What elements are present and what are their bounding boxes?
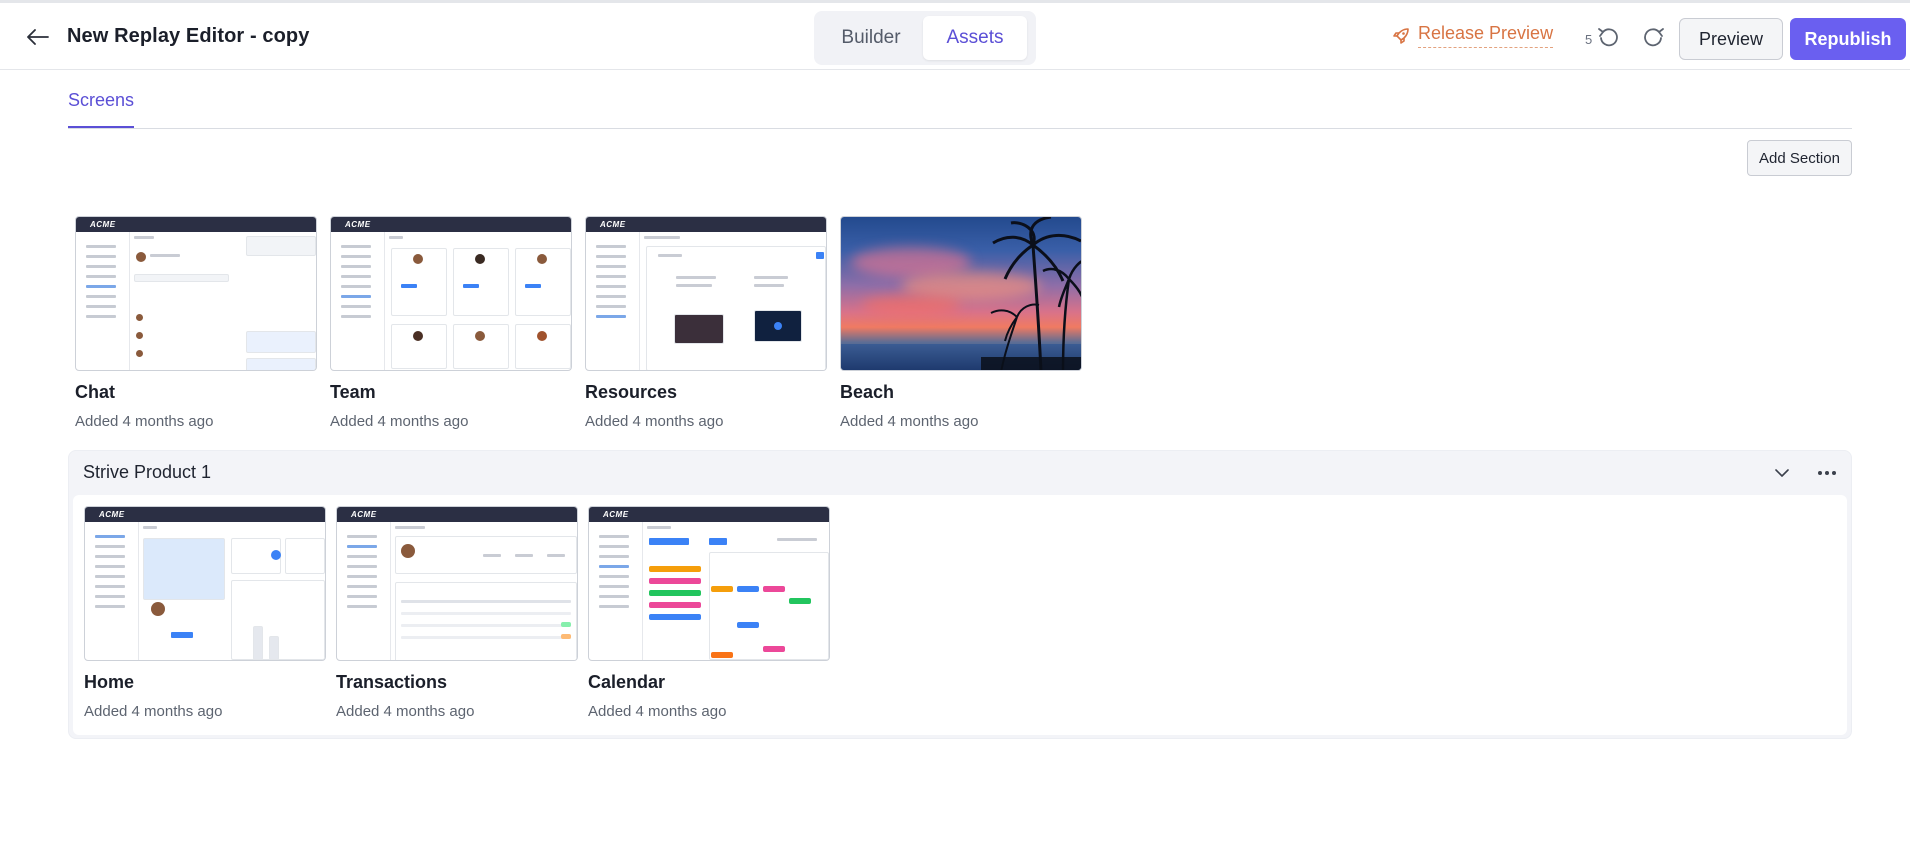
acme-logo: ACME — [600, 220, 626, 229]
release-preview-link[interactable]: Release Preview — [1392, 23, 1554, 48]
screen-name: Home — [84, 672, 135, 692]
screen-thumbnail[interactable]: ACME — [75, 216, 317, 371]
screen-name: Team — [330, 382, 376, 402]
screen-card-chat[interactable]: ACME Chat Added 4 months ago — [75, 216, 317, 430]
screen-added-date: Added 4 months ago — [588, 703, 727, 720]
screen-added-date: Added 4 months ago — [840, 413, 979, 430]
back-arrow-icon[interactable] — [24, 23, 52, 51]
mode-tabs: Builder Assets — [814, 11, 1036, 65]
release-preview-label: Release Preview — [1418, 23, 1554, 48]
undo-count: 5 — [1585, 32, 1593, 47]
acme-logo: ACME — [603, 510, 629, 519]
acme-logo: ACME — [351, 510, 377, 519]
add-section-button[interactable]: Add Section — [1747, 140, 1852, 176]
undo-icon[interactable] — [1595, 25, 1621, 51]
page-title: New Replay Editor - copy — [67, 25, 310, 47]
section-title: Strive Product 1 — [83, 462, 212, 482]
more-options-icon[interactable] — [1815, 463, 1839, 483]
screen-name: Transactions — [336, 672, 448, 692]
screen-thumbnail[interactable]: ACME — [84, 506, 326, 661]
screen-added-date: Added 4 months ago — [585, 413, 724, 430]
tab-assets[interactable]: Assets — [923, 16, 1027, 60]
chevron-down-icon[interactable] — [1772, 463, 1792, 483]
acme-logo: ACME — [90, 220, 116, 229]
screen-name: Chat — [75, 382, 115, 402]
acme-logo: ACME — [99, 510, 125, 519]
screen-thumbnail[interactable]: ACME — [588, 506, 830, 661]
redo-icon[interactable] — [1641, 25, 1667, 51]
beach-photo — [841, 217, 1081, 370]
screen-added-date: Added 4 months ago — [330, 413, 469, 430]
tab-divider — [68, 128, 1852, 129]
tab-screens[interactable]: Screens — [68, 90, 134, 111]
screen-name: Resources — [585, 382, 678, 402]
screen-card-transactions[interactable]: ACME Transactions Added 4 months ago — [336, 506, 578, 720]
preview-button[interactable]: Preview — [1679, 18, 1783, 60]
screen-thumbnail[interactable]: ACME — [330, 216, 572, 371]
screen-added-date: Added 4 months ago — [336, 703, 475, 720]
screen-card-resources[interactable]: ACME Resources Added 4 months ago — [585, 216, 827, 430]
screen-thumbnail[interactable]: ACME — [336, 506, 578, 661]
tab-builder[interactable]: Builder — [819, 16, 923, 60]
screen-card-home[interactable]: ACME Home Added 4 months ago — [84, 506, 326, 720]
rocket-icon — [1393, 27, 1409, 44]
screen-added-date: Added 4 months ago — [75, 413, 214, 430]
screen-thumbnail[interactable] — [840, 216, 1082, 371]
top-bar: New Replay Editor - copy Builder Assets … — [0, 0, 1910, 70]
screen-name: Beach — [840, 382, 895, 402]
screen-card-beach[interactable]: Beach Added 4 months ago — [840, 216, 1082, 430]
screen-thumbnail[interactable]: ACME — [585, 216, 827, 371]
screen-added-date: Added 4 months ago — [84, 703, 223, 720]
republish-button[interactable]: Republish — [1790, 18, 1906, 60]
screen-card-team[interactable]: ACME Team Added 4 months ago — [330, 216, 572, 430]
acme-logo: ACME — [345, 220, 371, 229]
screen-name: Calendar — [588, 672, 666, 692]
screen-card-calendar[interactable]: ACME Calendar Added 4 months ago — [588, 506, 830, 720]
